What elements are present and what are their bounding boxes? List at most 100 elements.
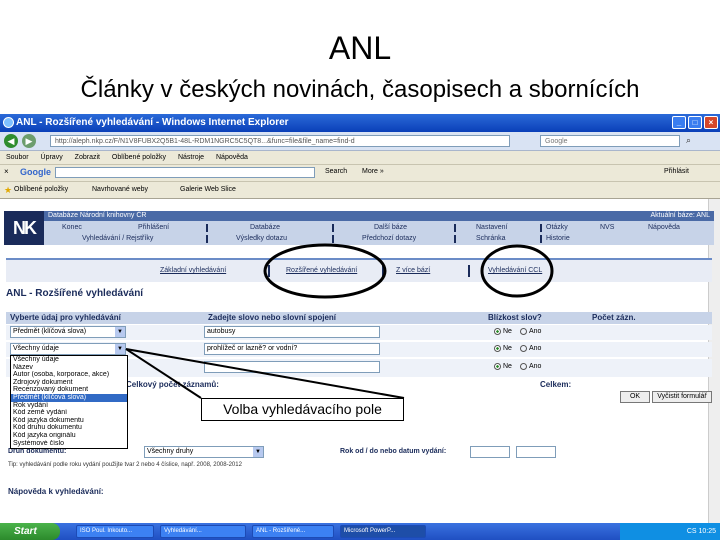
start-button[interactable]: Start — [0, 523, 60, 540]
google-more-link[interactable]: More » — [362, 168, 384, 175]
search-input-3[interactable] — [204, 361, 380, 373]
maximize-button[interactable]: □ — [688, 116, 702, 129]
task-3[interactable]: ANL - Rozšířené... — [252, 525, 334, 538]
menu-upravy[interactable]: Úpravy — [41, 154, 63, 161]
chevron-down-icon: ▼ — [115, 344, 125, 354]
proximity-ano-1[interactable]: Ano — [520, 326, 541, 338]
fav-suggested-sites[interactable]: Navrhované weby — [92, 182, 148, 198]
nav-prihlaseni[interactable]: Přihlášení — [138, 223, 169, 233]
clear-form-button[interactable]: Vyčistit formulář — [652, 391, 712, 403]
year-from-input[interactable] — [470, 446, 510, 458]
google-toolbar: × Google Search More » Přihlásit — [0, 165, 720, 182]
menu-zobrazit[interactable]: Zobrazit — [75, 154, 100, 161]
nav-vyhledavani[interactable]: Vyhledávání / Rejstříky — [82, 234, 153, 244]
nav-dalsi-baze[interactable]: Další báze — [374, 223, 407, 233]
dropdown-option[interactable]: Všechny údaje — [11, 356, 127, 364]
dropdown-option[interactable]: Systémové číslo — [11, 440, 127, 448]
close-button[interactable]: × — [704, 116, 718, 129]
dropdown-option[interactable]: Kód země vydání — [11, 409, 127, 417]
proximity-ano-2[interactable]: Ano — [520, 343, 541, 355]
field-select-2[interactable]: Všechny údaje ▼ — [10, 343, 126, 355]
url-input[interactable]: http://aleph.nkp.cz/F/N1V8FUBX2Q5B1-48L-… — [50, 135, 510, 147]
minimize-button[interactable]: _ — [672, 116, 686, 129]
proximity-ano-3[interactable]: Ano — [520, 361, 541, 373]
close-toolbar-icon[interactable]: × — [4, 167, 9, 176]
address-bar: ◀ ▶ http://aleph.nkp.cz/F/N1V8FUBX2Q5B1-… — [0, 132, 720, 151]
tab-ccl[interactable]: Vyhledávání CCL — [488, 267, 542, 274]
dropdown-option[interactable]: Recenzovaný dokument — [11, 386, 127, 394]
nav-databaze[interactable]: Databáze — [250, 223, 280, 233]
google-search-input[interactable] — [55, 167, 315, 178]
search-icon[interactable]: ⌕ — [686, 135, 691, 146]
header-field: Vyberte údaj pro vyhledávání — [10, 313, 121, 322]
dropdown-option[interactable]: Autor (osoba, korporace, akce) — [11, 371, 127, 379]
favorites-button[interactable]: Oblíbené položky — [14, 182, 68, 198]
year-hint: Tip: vyhledávání podle roku vydání použi… — [8, 462, 242, 468]
search-input-1[interactable]: autobusy — [204, 326, 380, 338]
nav-historie[interactable]: Historie — [546, 234, 570, 244]
proximity-ne-1[interactable]: Ne — [494, 326, 512, 338]
dropdown-option[interactable]: Kód jazyka dokumentu — [11, 417, 127, 425]
dropdown-option[interactable]: Kód druhu dokumentu — [11, 424, 127, 432]
slide-subtitle: Články v českých novinách, časopisech a … — [80, 76, 640, 103]
nk-nav-row-1: Konec Přihlášení Databáze Další báze Nas… — [44, 223, 714, 233]
search-input-2[interactable]: prohlížeč or lazně? or vodní? — [204, 343, 380, 355]
task-4[interactable]: Microsoft PowerP... — [340, 525, 426, 538]
menu-napoveda[interactable]: Nápověda — [216, 154, 248, 161]
browser-search-input[interactable]: Google — [540, 135, 680, 147]
tab-rozsirene[interactable]: Rozšířené vyhledávání — [286, 267, 357, 274]
google-login-link[interactable]: Přihlásit — [664, 168, 689, 175]
field-select-1[interactable]: Předmět (klíčová slova) ▼ — [10, 326, 126, 338]
nav-otazky[interactable]: Otázky — [546, 223, 568, 233]
nk-banner: Databáze Národní knihovny ČR Aktuální bá… — [44, 211, 714, 221]
forward-arrow-icon[interactable]: ▶ — [22, 134, 36, 148]
nav-nvs[interactable]: NVS — [600, 223, 614, 233]
help-title: Nápověda k vyhledávání: — [8, 487, 104, 496]
form-header: Vyberte údaj pro vyhledávání Zadejte slo… — [6, 312, 712, 324]
tab-zakladni[interactable]: Základní vyhledávání — [160, 267, 226, 274]
proximity-ne-2[interactable]: Ne — [494, 343, 512, 355]
doc-type-select[interactable]: Všechny druhy ▼ — [144, 446, 264, 458]
system-tray: CS 10:25 — [620, 523, 720, 540]
menu-soubor[interactable]: Soubor — [6, 154, 29, 161]
dropdown-option[interactable]: Kód jazyka originálu — [11, 432, 127, 440]
back-arrow-icon[interactable]: ◀ — [4, 134, 18, 148]
taskbar: Start ISO Poul. Inkouto... Vyhledávání..… — [0, 523, 720, 540]
year-to-input[interactable] — [516, 446, 556, 458]
ie-icon — [3, 117, 14, 128]
nav-nastaveni[interactable]: Nastavení — [476, 223, 508, 233]
nav-vysledky[interactable]: Výsledky dotazu — [236, 234, 287, 244]
menu-oblibene[interactable]: Oblíbené položky — [112, 154, 166, 161]
chevron-down-icon: ▼ — [253, 447, 263, 457]
nav-napoveda[interactable]: Nápověda — [648, 223, 680, 233]
nav-predchozi[interactable]: Předchozí dotazy — [362, 234, 416, 244]
proximity-ne-3[interactable]: Ne — [494, 361, 512, 373]
header-proximity: Blízkost slov? — [488, 313, 542, 322]
nk-nav-row-2: Vyhledávání / Rejstříky Výsledky dotazu … — [44, 234, 714, 244]
dropdown-option[interactable]: Zdrojový dokument — [11, 379, 127, 387]
dropdown-option[interactable]: Název — [11, 364, 127, 372]
google-search-button[interactable]: Search — [325, 168, 347, 175]
nav-konec[interactable]: Konec — [62, 223, 82, 233]
total-count-label: Celkový počet záznamů: — [126, 380, 219, 389]
field-dropdown-list[interactable]: Všechny údaje Název Autor (osoba, korpor… — [10, 355, 128, 449]
fav-web-slice[interactable]: Galerie Web Slice — [180, 182, 236, 198]
slide-title: ANL — [328, 30, 392, 66]
window-title: ANL - Rozšířené vyhledávání - Windows In… — [16, 117, 289, 128]
dropdown-option-selected[interactable]: Předmět (klíčová slova) — [11, 393, 127, 402]
chevron-down-icon: ▼ — [115, 327, 125, 337]
form-row-1: Předmět (klíčová slova) ▼ autobusy Ne Ano — [6, 325, 712, 340]
ok-button[interactable]: OK — [620, 391, 650, 403]
tab-z-vice-bazi[interactable]: Z více bází — [396, 267, 430, 274]
nav-schranka[interactable]: Schránka — [476, 234, 506, 244]
menu-nastroje[interactable]: Nástroje — [178, 154, 204, 161]
task-2[interactable]: Vyhledávání... — [160, 525, 246, 538]
dropdown-option[interactable]: Rok vydání — [11, 402, 127, 410]
menu-bar: Soubor Úpravy Zobrazit Oblíbené položky … — [0, 151, 720, 165]
nk-logo: NK — [4, 211, 44, 245]
header-words: Zadejte slovo nebo slovní spojení — [208, 313, 337, 322]
task-1[interactable]: ISO Poul. Inkouto... — [76, 525, 154, 538]
celkem-label: Celkem: — [540, 380, 572, 389]
year-label: Rok od / do nebo datum vydání: — [340, 448, 447, 455]
google-logo: Google — [20, 167, 51, 177]
